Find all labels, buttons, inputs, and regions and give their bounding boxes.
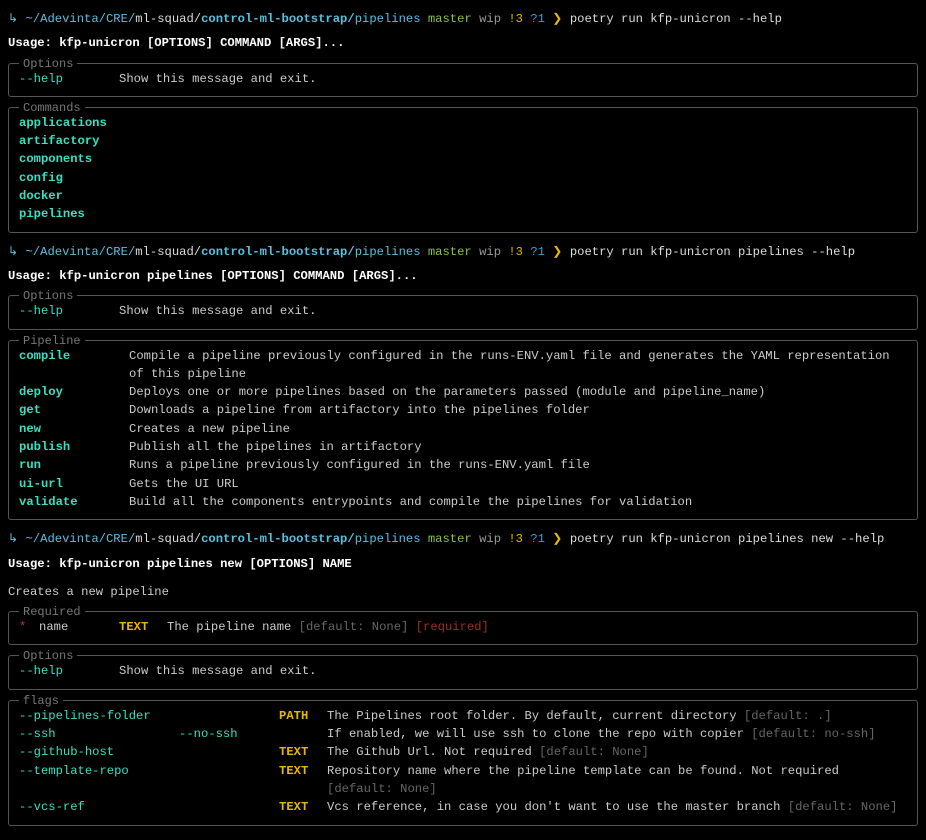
pipeline-item: compileCompile a pipeline previously con… xyxy=(19,347,907,384)
flag-row: --vcs-ref TEXT Vcs reference, in case yo… xyxy=(19,798,907,816)
command-item: components xyxy=(19,150,907,168)
options-box-2: Options --help Show this message and exi… xyxy=(8,295,918,329)
option-row: --help Show this message and exit. xyxy=(19,70,907,88)
command-item: config xyxy=(19,169,907,187)
options-box-3: Options --help Show this message and exi… xyxy=(8,655,918,689)
arg-type: TEXT xyxy=(119,618,167,636)
pipeline-legend: Pipeline xyxy=(19,332,85,350)
prompt-chevron-icon: ❯ xyxy=(552,12,562,26)
option-row: --help Show this message and exit. xyxy=(19,302,907,320)
pipeline-item: publishPublish all the pipelines in arti… xyxy=(19,438,907,456)
flags-legend: flags xyxy=(19,692,63,710)
flag-row: --ssh --no-ssh If enabled, we will use s… xyxy=(19,725,907,743)
command-item: artifactory xyxy=(19,132,907,150)
required-legend: Required xyxy=(19,603,85,621)
pipeline-item: deployDeploys one or more pipelines base… xyxy=(19,383,907,401)
path-mid: ml-squad/ xyxy=(135,12,201,26)
options-legend: Options xyxy=(19,55,77,73)
command-input-3[interactable]: poetry run kfp-unicron pipelines new --h… xyxy=(570,532,885,546)
pipeline-item: getDownloads a pipeline from artifactory… xyxy=(19,401,907,419)
command-item: docker xyxy=(19,187,907,205)
usage-line-2: Usage: kfp-unicron pipelines [OPTIONS] C… xyxy=(8,267,918,285)
command-item: applications xyxy=(19,114,907,132)
prompt-chevron-icon: ❯ xyxy=(552,532,562,546)
git-unstaged: !3 xyxy=(508,12,523,26)
path-home: ~/Adevinta/CRE/ xyxy=(26,12,136,26)
command-input-2[interactable]: poetry run kfp-unicron pipelines --help xyxy=(570,245,855,259)
pipeline-item: ui-urlGets the UI URL xyxy=(19,475,907,493)
flag-row: --github-host TEXT The Github Url. Not r… xyxy=(19,743,907,761)
flag-type: PATH xyxy=(279,707,327,725)
required-row: * name TEXT The pipeline name [default: … xyxy=(19,618,907,636)
arrow-icon: ↳ xyxy=(8,245,18,259)
path-leaf: pipelines xyxy=(355,12,421,26)
path-repo: control-ml-bootstrap/ xyxy=(201,12,355,26)
arrow-icon: ↳ xyxy=(8,12,18,26)
commands-legend: Commands xyxy=(19,99,85,117)
pipeline-item: newCreates a new pipeline xyxy=(19,420,907,438)
prompt-line-1: ↳ ~/Adevinta/CRE/ml-squad/control-ml-boo… xyxy=(8,10,918,28)
pipeline-box: Pipeline compileCompile a pipeline previ… xyxy=(8,340,918,521)
option-desc: Show this message and exit. xyxy=(119,70,316,88)
git-untracked: ?1 xyxy=(530,12,545,26)
command-input-1[interactable]: poetry run kfp-unicron --help xyxy=(570,12,782,26)
pipeline-item: validateBuild all the components entrypo… xyxy=(19,493,907,511)
command-description: Creates a new pipeline xyxy=(8,583,918,601)
command-item: pipelines xyxy=(19,205,907,223)
prompt-line-2: ↳ ~/Adevinta/CRE/ml-squad/control-ml-boo… xyxy=(8,243,918,261)
commands-box-1: Commands applications artifactory compon… xyxy=(8,107,918,233)
flag-desc: The Pipelines root folder. By default, c… xyxy=(327,707,832,725)
pipeline-item: runRuns a pipeline previously configured… xyxy=(19,456,907,474)
flag-row: --template-repo TEXT Repository name whe… xyxy=(19,762,907,799)
arg-desc: The pipeline name [default: None] [requi… xyxy=(167,618,489,636)
arrow-icon: ↳ xyxy=(8,532,18,546)
prompt-chevron-icon: ❯ xyxy=(552,245,562,259)
usage-line-3: Usage: kfp-unicron pipelines new [OPTION… xyxy=(8,555,918,573)
options-box-1: Options --help Show this message and exi… xyxy=(8,63,918,97)
flags-box: flags --pipelines-folder PATH The Pipeli… xyxy=(8,700,918,826)
flag-row: --pipelines-folder PATH The Pipelines ro… xyxy=(19,707,907,725)
usage-line-1: Usage: kfp-unicron [OPTIONS] COMMAND [AR… xyxy=(8,34,918,52)
git-branch: master xyxy=(428,12,472,26)
required-box: Required * name TEXT The pipeline name [… xyxy=(8,611,918,645)
git-wip: wip xyxy=(479,12,501,26)
prompt-line-3: ↳ ~/Adevinta/CRE/ml-squad/control-ml-boo… xyxy=(8,530,918,548)
option-row: --help Show this message and exit. xyxy=(19,662,907,680)
